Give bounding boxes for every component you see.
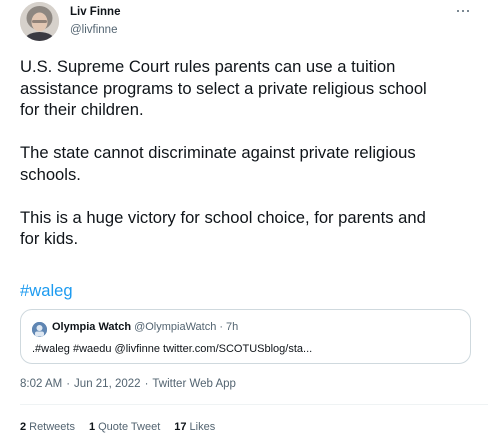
quoted-author-name: Olympia Watch	[52, 321, 132, 333]
tweet-time[interactable]: 8:02 AM	[20, 378, 62, 390]
engagement-stats: 2 Retweets 1 Quote Tweet 17 Likes	[20, 421, 229, 433]
tweet-metadata: 8:02 AM · Jun 21, 2022 · Twitter Web App	[20, 378, 236, 390]
retweets-count: 2	[20, 421, 27, 433]
quoted-tweet-header: Olympia Watch @OlympiaWatch · 7h	[52, 321, 238, 333]
tweet-source[interactable]: Twitter Web App	[152, 378, 236, 390]
quote-tweets-label: Quote Tweet	[98, 421, 161, 433]
tweet-text: U.S. Supreme Court rules parents can use…	[20, 56, 482, 250]
retweets-label: Retweets	[29, 421, 75, 433]
tweet-line: assistance programs to select a private …	[20, 78, 427, 98]
tweet-card: Liv Finne @livfinne U.S. Supreme Court r…	[0, 0, 488, 437]
quoted-author-handle: @OlympiaWatch	[134, 321, 217, 333]
likes-stat[interactable]: 17 Likes	[174, 421, 215, 433]
tweet-line: This is a huge victory for school choice…	[20, 207, 426, 227]
tweet-date[interactable]: Jun 21, 2022	[74, 378, 141, 390]
likes-label: Likes	[189, 421, 216, 433]
author-avatar[interactable]	[20, 2, 59, 41]
tweet-paragraph: This is a huge victory for school choice…	[20, 207, 482, 250]
tweet-line: schools.	[20, 164, 81, 184]
tweet-paragraph: U.S. Supreme Court rules parents can use…	[20, 56, 482, 121]
quote-tweets-stat[interactable]: 1 Quote Tweet	[89, 421, 160, 433]
quoted-tweet-time: 7h	[226, 321, 239, 333]
quoted-author-avatar	[32, 322, 47, 337]
divider	[20, 404, 488, 405]
quoted-tweet[interactable]: Olympia Watch @OlympiaWatch · 7h .#waleg #w…	[20, 309, 471, 364]
tweet-paragraph: The state cannot discriminate against pr…	[20, 142, 482, 185]
more-horizontal-icon	[461, 9, 465, 13]
tweet-line: The state cannot discriminate against pr…	[20, 143, 416, 162]
separator: ·	[66, 378, 71, 390]
tweet-line: U.S. Supreme Court rules parents can use…	[20, 57, 396, 76]
author-handle[interactable]: @livfinne	[70, 24, 117, 36]
quoted-tweet-text: .#waleg #waedu @livfinne twitter.com/SCO…	[32, 343, 313, 355]
quote-tweets-count: 1	[88, 421, 96, 433]
tweet-line: for their children.	[20, 100, 144, 119]
separator: ·	[144, 378, 149, 390]
author-name[interactable]: Liv Finne	[70, 6, 120, 18]
separator: ·	[219, 321, 224, 333]
tweet-line: for kids.	[20, 229, 79, 248]
more-options-button[interactable]	[449, 2, 477, 20]
retweets-stat[interactable]: 2 Retweets	[20, 421, 75, 433]
hashtag-link[interactable]: #waleg	[20, 280, 73, 301]
more-horizontal-icon	[466, 9, 470, 13]
more-horizontal-icon	[456, 9, 460, 13]
likes-count: 17	[174, 421, 187, 433]
